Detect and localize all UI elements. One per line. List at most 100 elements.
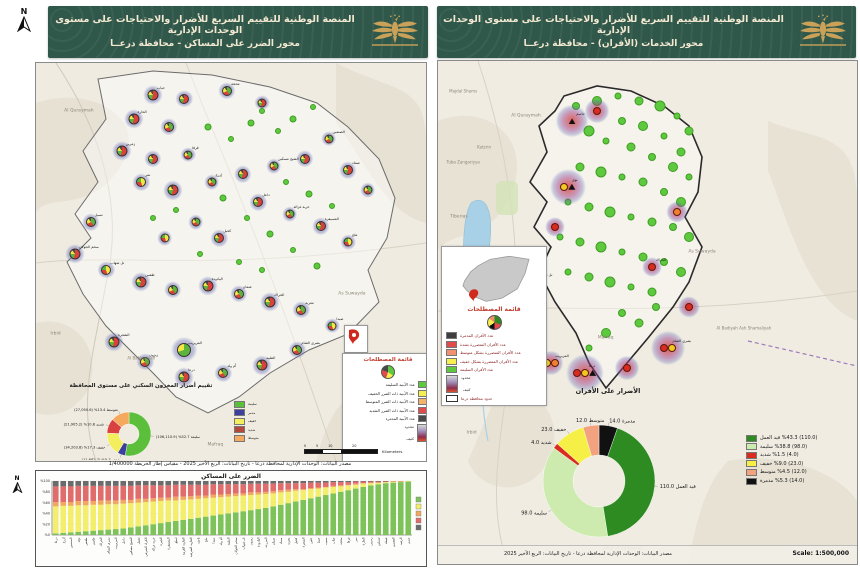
legend-swatch [418,389,426,397]
legend-swatch [418,381,426,388]
density-ramp-icon [417,424,426,443]
bar-segment [322,481,329,483]
bar-segment [352,481,359,484]
label-leader [120,454,122,458]
x-axis-bar-label: جاسم [91,537,95,545]
compass-arrow-icon [17,16,31,32]
bar-segment [382,482,389,484]
bar-segment [337,491,344,535]
bar-segment [142,481,149,486]
x-axis-bar-label: طفس [84,537,88,546]
bar-segment [210,515,217,535]
legend-item: عدد الأبنية المدمرة [347,415,426,423]
bar-segment [52,481,59,487]
x-axis-bar-label: صيدا [211,537,215,543]
x-axis-bar-label: المزرعة [264,537,268,547]
y-axis-tick-label: %80 [42,490,50,494]
place-label: Al Bahhariyah [127,355,156,361]
label-leader [567,431,570,434]
bar-segment [105,500,112,505]
bar-segment [360,486,367,535]
bar-segment [135,526,142,535]
x-axis-bar-label: المسيفرة [166,537,170,549]
legend-swatch [746,451,757,459]
bar-segment [82,485,89,501]
bar-segment [112,500,119,505]
bar-segment [352,481,359,482]
bar-segment [180,499,187,520]
bar-segment [75,531,82,535]
locator-box [344,325,368,353]
bar-segment [90,485,97,501]
bar-segment [217,497,224,515]
bar-segment [262,493,269,508]
x-axis-bar-label: ابطع [174,537,178,543]
legend-swatch [418,415,426,423]
bar-segment [300,489,307,491]
place-label: Tiberias [450,214,468,220]
left-header-title: المنصة الوطنية للتقييم السريع للأضرار وا… [55,14,355,36]
bar-legend-swatch [415,503,422,510]
bar-segment [285,489,292,492]
bar-segment [367,485,374,535]
x-axis-bar-label: الكرك الشرقي [144,537,148,556]
housing-damage-bar-chart: الضرر على المساكن %0 %20 %40 %60 %80 %100 درعا… [35,470,427,567]
bar-segment [165,522,172,535]
emblem-caption-line [372,44,418,46]
bar-segment [112,485,119,501]
legend-item-label: عدد الأبنية ذات الضرر الخفيف [368,390,415,396]
bar-segment [97,485,104,501]
legend-item-label: (14.0) %5.3 مدمرة [760,478,805,485]
x-axis-bar-label: ناحتة [196,537,200,543]
bar-segment [90,530,97,535]
bar-segment [105,529,112,535]
bar-segment [307,488,314,490]
bar-segment [172,520,179,535]
legend-item-label: عدد الأفران المتضررة بشدة [460,341,507,347]
density-high-label: كثيف [462,388,471,393]
x-axis-bar-label: تسيل [136,537,140,544]
legend-swatch [446,332,457,339]
bar-segment [315,481,322,483]
bar-segment [270,493,277,507]
bar-segment [315,482,322,488]
bar-segment [360,481,367,482]
legend-item-label: عدد الأبنية ذات الضرر المتوسط [365,399,415,405]
bar-segment [67,486,74,503]
bar-segment [157,523,164,535]
legend-item: (4.0) %1.5 شديد [746,451,817,459]
bar-segment [150,501,157,525]
x-axis-bar-label: سحم الجولان [234,537,238,554]
bar-segment [300,490,307,500]
y-axis-tick-label: %40 [42,512,50,516]
north-compass-small: N [9,476,25,493]
bar-segment [255,509,262,535]
bar-segment [337,485,344,487]
scale-tick: 10 [328,444,333,448]
bar-segment [202,498,209,517]
bar-segment [375,481,382,482]
bar-segment [322,495,329,535]
boundary-symbol-icon [446,395,458,403]
bar-segment [375,482,382,485]
bakeries-donut-title: الأضرار على الأفران [575,387,641,395]
left-header-subtitle: محور الضرر على المساكن - محافظة درعــا [110,39,300,49]
x-axis-bar-label: الرفيد [399,537,403,545]
bar-segment [210,484,217,495]
bar-segment [97,500,104,505]
map-scale-text: Scale: 1:500,000 [792,550,849,557]
bar-segment [232,493,239,497]
bar-segment [397,481,404,482]
bar-segment [382,483,389,535]
bar-segment [277,492,284,505]
bar-segment [292,483,299,490]
place-label: Majdal Shams [449,88,478,94]
bar-segment [60,481,67,487]
bar-segment [270,506,277,535]
legend-item-label: (12.0) %4.5 متوسط [760,469,807,476]
bar-segment [75,485,82,501]
bar-segment [232,496,239,513]
right-header-subtitle: محور الخدمات (الأفران) - محافظة درعــا [523,39,704,49]
housing-damage-donut: (106,110.9) %52.7 سليمة (11,682.7) %5.7 م… [64,408,200,460]
bar-segment [150,524,157,535]
